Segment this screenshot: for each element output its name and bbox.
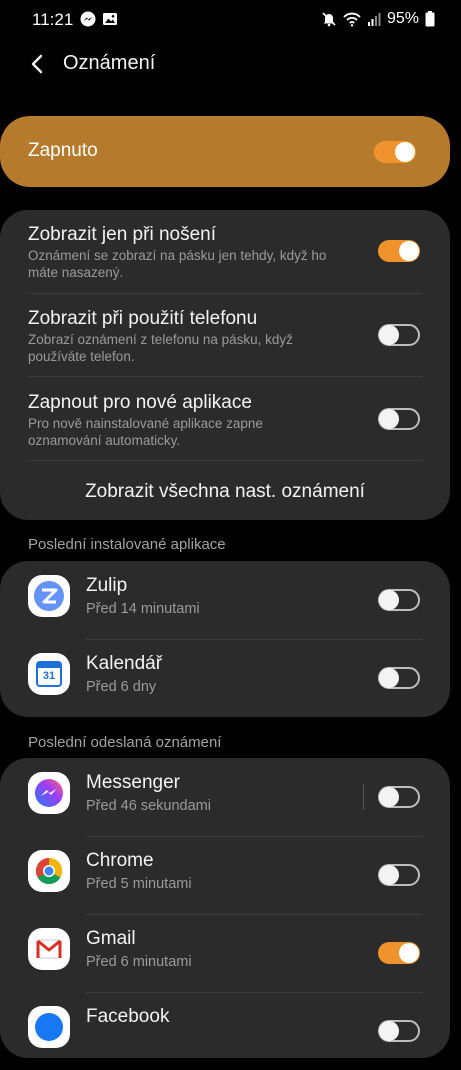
option-title: Zobrazit jen při nošení <box>28 224 216 245</box>
mute-icon <box>322 12 336 27</box>
app-time: Před 46 sekundami <box>86 798 211 814</box>
app-row-facebook[interactable]: Facebook <box>0 992 450 1070</box>
messenger-icon <box>28 772 70 814</box>
master-toggle-label: Zapnuto <box>28 140 98 161</box>
app-name: Gmail <box>86 928 136 949</box>
calendar-switch[interactable] <box>378 667 420 689</box>
app-name: Facebook <box>86 1006 170 1027</box>
recent-installed-card: Zulip Před 14 minutami 31 Kalendář Před … <box>0 561 450 717</box>
app-time: Před 6 minutami <box>86 954 192 970</box>
option-desc: Pro nově nainstalované aplikace zapne <box>28 416 263 431</box>
show-when-worn-switch[interactable] <box>378 240 420 262</box>
option-title: Zobrazit při použití telefonu <box>28 308 258 329</box>
status-bar: 11:21 95% <box>0 0 461 40</box>
notifications-master-toggle[interactable]: Zapnuto <box>0 116 450 187</box>
section-header-recent-sent: Poslední odeslaná oznámení <box>28 734 222 751</box>
divider <box>28 376 422 377</box>
chrome-icon <box>28 850 70 892</box>
option-desc: máte nasazený. <box>28 265 124 280</box>
back-arrow-icon[interactable] <box>24 50 52 78</box>
facebook-switch[interactable] <box>378 1020 420 1042</box>
app-name: Chrome <box>86 850 154 871</box>
app-name: Kalendář <box>86 653 163 674</box>
app-time: Před 6 dny <box>86 679 157 695</box>
master-switch[interactable] <box>374 141 416 163</box>
app-time: Před 5 minutami <box>86 876 192 892</box>
option-show-when-using-phone[interactable]: Zobrazit při použití telefonu Zobrazí oz… <box>28 308 350 365</box>
option-desc: Oznámení se zobrazí na pásku jen tehdy, … <box>28 248 327 263</box>
option-enable-new-apps[interactable]: Zapnout pro nové aplikace Pro nově nains… <box>28 392 350 449</box>
gallery-status-icon <box>103 13 117 25</box>
chrome-switch[interactable] <box>378 864 420 886</box>
zulip-switch[interactable] <box>378 589 420 611</box>
calendar-icon: 31 <box>28 653 70 695</box>
option-desc: oznamování automaticky. <box>28 433 181 448</box>
app-time: Před 14 minutami <box>86 601 200 617</box>
app-row-messenger[interactable]: Messenger Před 46 sekundami <box>0 758 450 836</box>
messenger-switch[interactable] <box>378 786 420 808</box>
section-header-recent-installed: Poslední instalované aplikace <box>28 536 226 553</box>
option-title: Zapnout pro nové aplikace <box>28 392 252 413</box>
app-row-calendar[interactable]: 31 Kalendář Před 6 dny <box>0 639 450 717</box>
enable-new-apps-switch[interactable] <box>378 408 420 430</box>
calendar-day: 31 <box>42 670 56 682</box>
app-row-chrome[interactable]: Chrome Před 5 minutami <box>0 836 450 914</box>
vertical-separator <box>363 784 364 810</box>
gmail-icon <box>28 928 70 970</box>
divider <box>28 460 422 461</box>
zulip-icon <box>28 575 70 617</box>
app-name: Messenger <box>86 772 180 793</box>
recent-sent-card: Messenger Před 46 sekundami Chrome Před … <box>0 758 450 1058</box>
divider <box>28 293 422 294</box>
option-show-when-worn[interactable]: Zobrazit jen při nošení Oznámení se zobr… <box>28 224 350 281</box>
battery-icon <box>425 11 435 27</box>
app-row-zulip[interactable]: Zulip Před 14 minutami <box>0 561 450 639</box>
battery-percent: 95% <box>386 10 419 27</box>
option-desc: Zobrazí oznámení z telefonu na pásku, kd… <box>28 332 293 347</box>
status-time: 11:21 <box>32 10 74 29</box>
facebook-icon <box>28 1006 70 1048</box>
page-title: Oznámení <box>63 52 156 74</box>
show-all-settings-button[interactable]: Zobrazit všechna nast. oznámení <box>0 481 450 503</box>
app-name: Zulip <box>86 575 128 596</box>
show-when-using-phone-switch[interactable] <box>378 324 420 346</box>
option-desc: používáte telefon. <box>28 349 135 364</box>
app-header: Oznámení <box>0 40 461 90</box>
gmail-switch[interactable] <box>378 942 420 964</box>
signal-icon <box>367 13 381 26</box>
wifi-icon <box>343 12 361 27</box>
options-card: Zobrazit jen při nošení Oznámení se zobr… <box>0 210 450 520</box>
app-row-gmail[interactable]: Gmail Před 6 minutami <box>0 914 450 992</box>
messenger-status-icon <box>80 11 96 27</box>
